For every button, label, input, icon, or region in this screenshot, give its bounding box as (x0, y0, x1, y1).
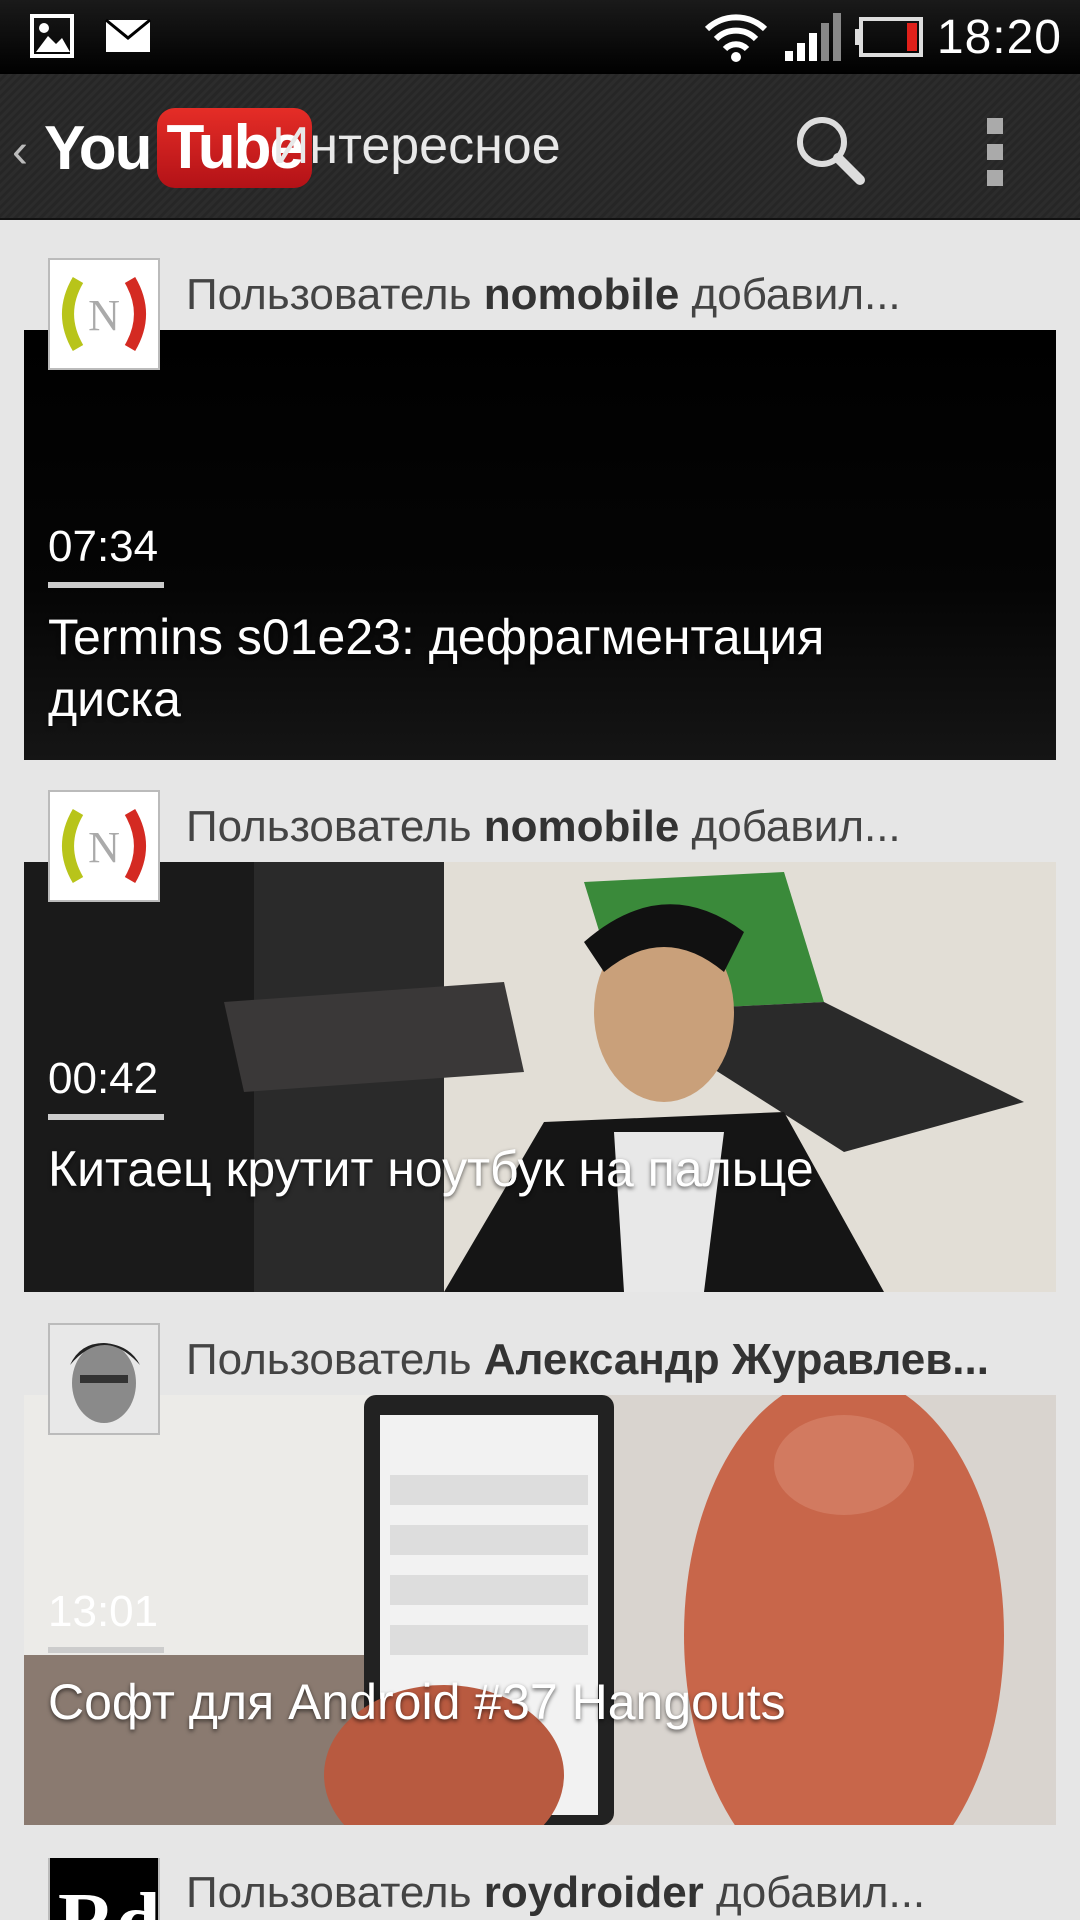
back-chevron-icon[interactable]: ‹ (12, 124, 28, 179)
feed-card[interactable]: N Пользователь nomobile добавил... 07:34… (0, 258, 1080, 760)
header-prefix: Пользователь (186, 802, 484, 851)
feed-card[interactable]: Пользователь Александр Журавлев... 13:01… (0, 1323, 1080, 1825)
card-header: Пользователь nomobile добавил... (186, 792, 1046, 862)
status-bar: 18:20 (0, 0, 1080, 74)
nomobile-logo-icon: N (50, 260, 158, 368)
feed-card[interactable]: N Пользователь nomobile добавил... 00:42… (0, 790, 1080, 1292)
video-thumbnail[interactable]: 00:42 Китаец крутит ноутбук на пальце (24, 862, 1056, 1292)
feed-card[interactable]: Rd Пользователь roydroider добавил... (0, 1858, 1080, 1920)
battery-icon (854, 17, 923, 57)
card-header: Пользователь roydroider добавил... (186, 1858, 1046, 1920)
svg-text:Rd: Rd (58, 1878, 158, 1920)
channel-name[interactable]: nomobile (484, 802, 680, 851)
header-prefix: Пользователь (186, 1335, 484, 1384)
header-prefix: Пользователь (186, 270, 484, 319)
search-icon[interactable] (790, 110, 870, 190)
svg-text:N: N (88, 823, 120, 872)
channel-avatar[interactable]: N (48, 790, 160, 902)
video-title: Termins s01e23: дефрагментация диска (48, 609, 825, 727)
video-title: Софт для Android #37 Hangouts (48, 1674, 786, 1730)
channel-avatar[interactable]: Rd (48, 1858, 160, 1920)
signal-icon (784, 13, 841, 61)
overflow-menu-icon[interactable] (975, 114, 1015, 190)
video-title: Китаец крутит ноутбук на пальце (48, 1141, 814, 1197)
thumbnail-image (24, 862, 1056, 1292)
action-bar: ‹ You Tube Интересное (0, 74, 1080, 220)
video-thumbnail[interactable]: 13:01 Софт для Android #37 Hangouts (24, 1395, 1056, 1825)
page-title: Интересное (272, 117, 561, 175)
video-duration: 07:34 (48, 522, 164, 588)
logo-you-text: You (44, 113, 152, 183)
header-prefix: Пользователь (186, 1868, 484, 1917)
card-header: Пользователь Александр Журавлев... (186, 1325, 1046, 1395)
video-thumbnail[interactable]: 07:34 Termins s01e23: дефрагментация дис… (24, 330, 1056, 760)
user-photo-icon (50, 1325, 158, 1433)
header-suffix: добавил... (679, 802, 901, 851)
channel-name[interactable]: Александр Журавлев... (484, 1335, 989, 1384)
image-notification-icon (30, 14, 74, 58)
thumbnail-image (24, 1395, 1056, 1825)
roydroider-logo-icon: Rd (50, 1858, 158, 1920)
nomobile-logo-icon: N (50, 792, 158, 900)
channel-name[interactable]: roydroider (484, 1868, 704, 1917)
wifi-icon (704, 14, 767, 62)
svg-text:N: N (88, 291, 120, 340)
header-suffix: добавил... (679, 270, 901, 319)
channel-avatar[interactable] (48, 1323, 160, 1435)
email-notification-icon (105, 18, 151, 52)
video-duration: 00:42 (48, 1054, 164, 1120)
status-time: 18:20 (936, 10, 1062, 64)
card-header: Пользователь nomobile добавил... (186, 260, 1046, 330)
channel-avatar[interactable]: N (48, 258, 160, 370)
video-duration: 13:01 (48, 1587, 164, 1653)
header-suffix: добавил... (703, 1868, 926, 1917)
channel-name[interactable]: nomobile (484, 270, 680, 319)
